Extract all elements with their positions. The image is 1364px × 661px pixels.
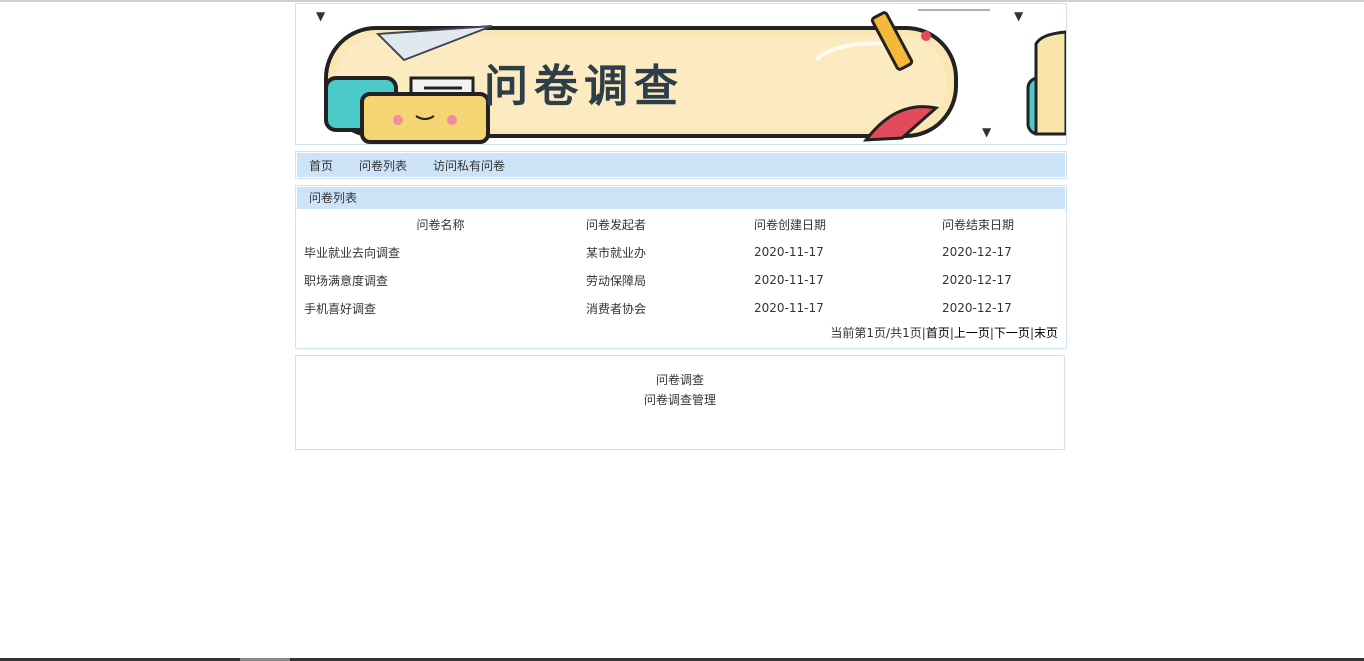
initiator-cell: 某市就业办 xyxy=(586,245,647,260)
footer: 问卷调查 问卷调查管理 xyxy=(295,355,1065,450)
footer-title: 问卷调查 xyxy=(655,373,704,387)
page-container: ▼ ▼ ▼ 问卷调查 首页 问卷列表 访问私有问卷 问卷列表 问卷名称 问卷发起… xyxy=(295,3,1067,450)
column-header-created: 问卷创建日期 xyxy=(754,217,827,232)
first-page-link[interactable]: 首页 xyxy=(926,326,950,340)
survey-list-panel: 问卷列表 问卷名称 问卷发起者 问卷创建日期 问卷结束日期 毕业就业去向调查 某… xyxy=(295,185,1067,349)
created-date-cell: 2020-11-17 xyxy=(754,273,824,287)
end-date-cell: 2020-12-17 xyxy=(942,245,1012,259)
created-date-cell: 2020-11-17 xyxy=(754,245,824,259)
column-header-initiator: 问卷发起者 xyxy=(586,217,647,232)
end-date-cell: 2020-12-17 xyxy=(942,273,1012,287)
survey-table: 问卷名称 问卷发起者 问卷创建日期 问卷结束日期 毕业就业去向调查 某市就业办 … xyxy=(296,210,1066,322)
nav-home-link[interactable]: 首页 xyxy=(309,157,333,174)
last-page-link[interactable]: 末页 xyxy=(1034,326,1058,340)
svg-text:▼: ▼ xyxy=(1014,9,1024,23)
survey-name-cell[interactable]: 手机喜好调查 xyxy=(296,294,585,322)
column-header-name: 问卷名称 xyxy=(416,217,465,232)
table-row[interactable]: 职场满意度调查 劳动保障局 2020-11-17 2020-12-17 xyxy=(296,266,1066,294)
banner-title: 问卷调查 xyxy=(484,61,684,112)
panel-title: 问卷列表 xyxy=(296,186,1066,210)
table-header-row: 问卷名称 问卷发起者 问卷创建日期 问卷结束日期 xyxy=(296,210,1066,238)
nav-survey-list-link[interactable]: 问卷列表 xyxy=(359,157,407,174)
svg-text:▼: ▼ xyxy=(316,9,326,23)
created-date-cell: 2020-11-17 xyxy=(754,301,824,315)
prev-page-link[interactable]: 上一页 xyxy=(954,326,990,340)
end-date-cell: 2020-12-17 xyxy=(942,301,1012,315)
page-status: 当前第1页/共1页 xyxy=(830,326,922,340)
footer-subtitle: 问卷调查管理 xyxy=(643,393,716,407)
initiator-cell: 劳动保障局 xyxy=(586,273,647,288)
banner: ▼ ▼ ▼ 问卷调查 xyxy=(295,3,1067,145)
top-nav: 首页 问卷列表 访问私有问卷 xyxy=(295,151,1067,179)
survey-name-cell[interactable]: 毕业就业去向调查 xyxy=(296,238,585,266)
pagination: 当前第1页/共1页|首页|上一页|下一页|末页 xyxy=(830,326,1058,340)
svg-text:▼: ▼ xyxy=(982,125,992,139)
initiator-cell: 消费者协会 xyxy=(586,301,647,316)
column-header-end: 问卷结束日期 xyxy=(942,217,1015,232)
table-row[interactable]: 手机喜好调查 消费者协会 2020-11-17 2020-12-17 xyxy=(296,294,1066,322)
nav-private-survey-link[interactable]: 访问私有问卷 xyxy=(433,157,505,174)
next-page-link[interactable]: 下一页 xyxy=(994,326,1030,340)
table-row[interactable]: 毕业就业去向调查 某市就业办 2020-11-17 2020-12-17 xyxy=(296,238,1066,266)
top-rule xyxy=(0,0,1364,2)
survey-name-cell[interactable]: 职场满意度调查 xyxy=(296,266,585,294)
